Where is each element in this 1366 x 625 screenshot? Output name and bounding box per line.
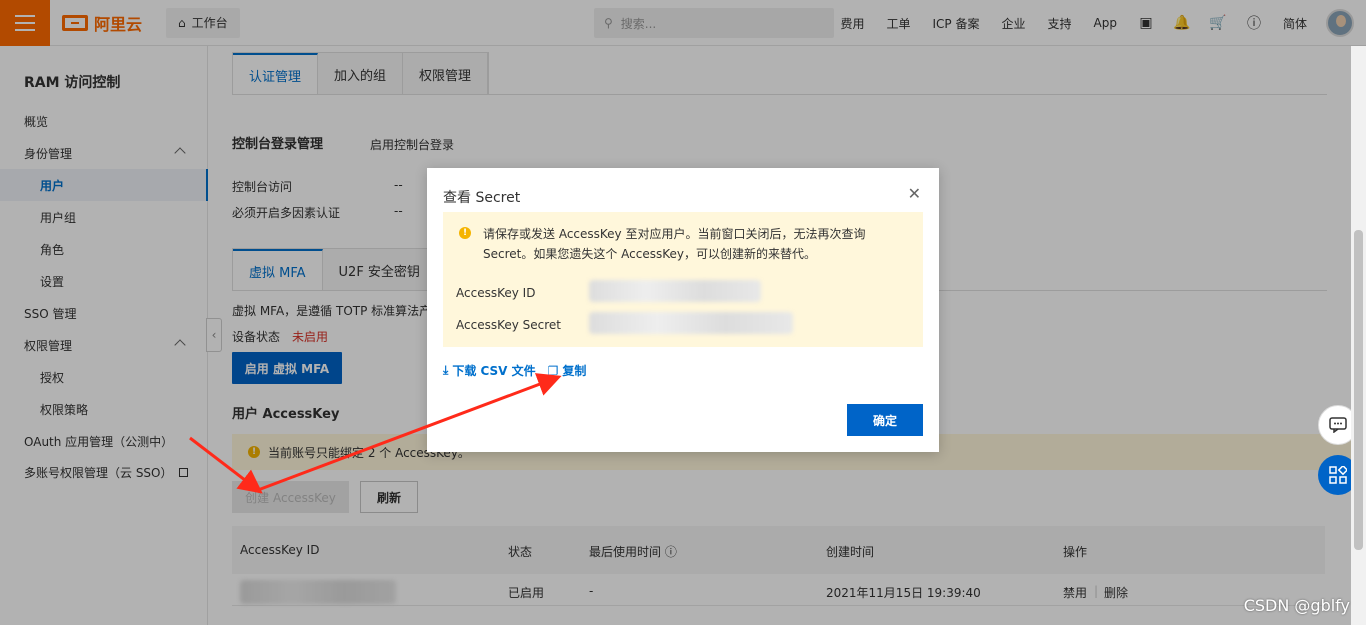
copy-label: 复制 — [562, 364, 587, 378]
ok-button[interactable]: 确定 — [847, 404, 923, 436]
copy-icon: ❐ — [547, 363, 559, 378]
accesskey-id-value-redacted[interactable] — [589, 280, 761, 302]
page-scrollbar[interactable] — [1351, 46, 1366, 625]
scrollbar-thumb[interactable] — [1354, 230, 1363, 550]
accesskey-secret-value-redacted[interactable] — [589, 312, 793, 334]
dialog-title: 查看 Secret — [443, 190, 521, 206]
secret-notice: ! 请保存或发送 AccessKey 至对应用户。当前窗口关闭后，无法再次查询 … — [443, 212, 923, 347]
download-csv-link[interactable]: ⤓ 下载 CSV 文件 — [443, 362, 536, 379]
accesskey-id-label: AccessKey ID — [456, 286, 536, 300]
download-icon: ⤓ — [443, 363, 449, 377]
close-icon[interactable]: ✕ — [908, 184, 921, 203]
accesskey-secret-label: AccessKey Secret — [456, 318, 562, 332]
dialog-actions: ⤓ 下载 CSV 文件 ❐ 复制 — [443, 362, 586, 379]
copy-link[interactable]: ❐ 复制 — [548, 362, 587, 379]
warning-icon: ! — [459, 227, 471, 239]
download-csv-label: 下载 CSV 文件 — [452, 364, 536, 378]
watermark: CSDN @gblfy — [1243, 596, 1350, 615]
view-secret-dialog: 查看 Secret ✕ ! 请保存或发送 AccessKey 至对应用户。当前窗… — [427, 168, 939, 452]
notice-text: 请保存或发送 AccessKey 至对应用户。当前窗口关闭后，无法再次查询 Se… — [483, 227, 866, 261]
